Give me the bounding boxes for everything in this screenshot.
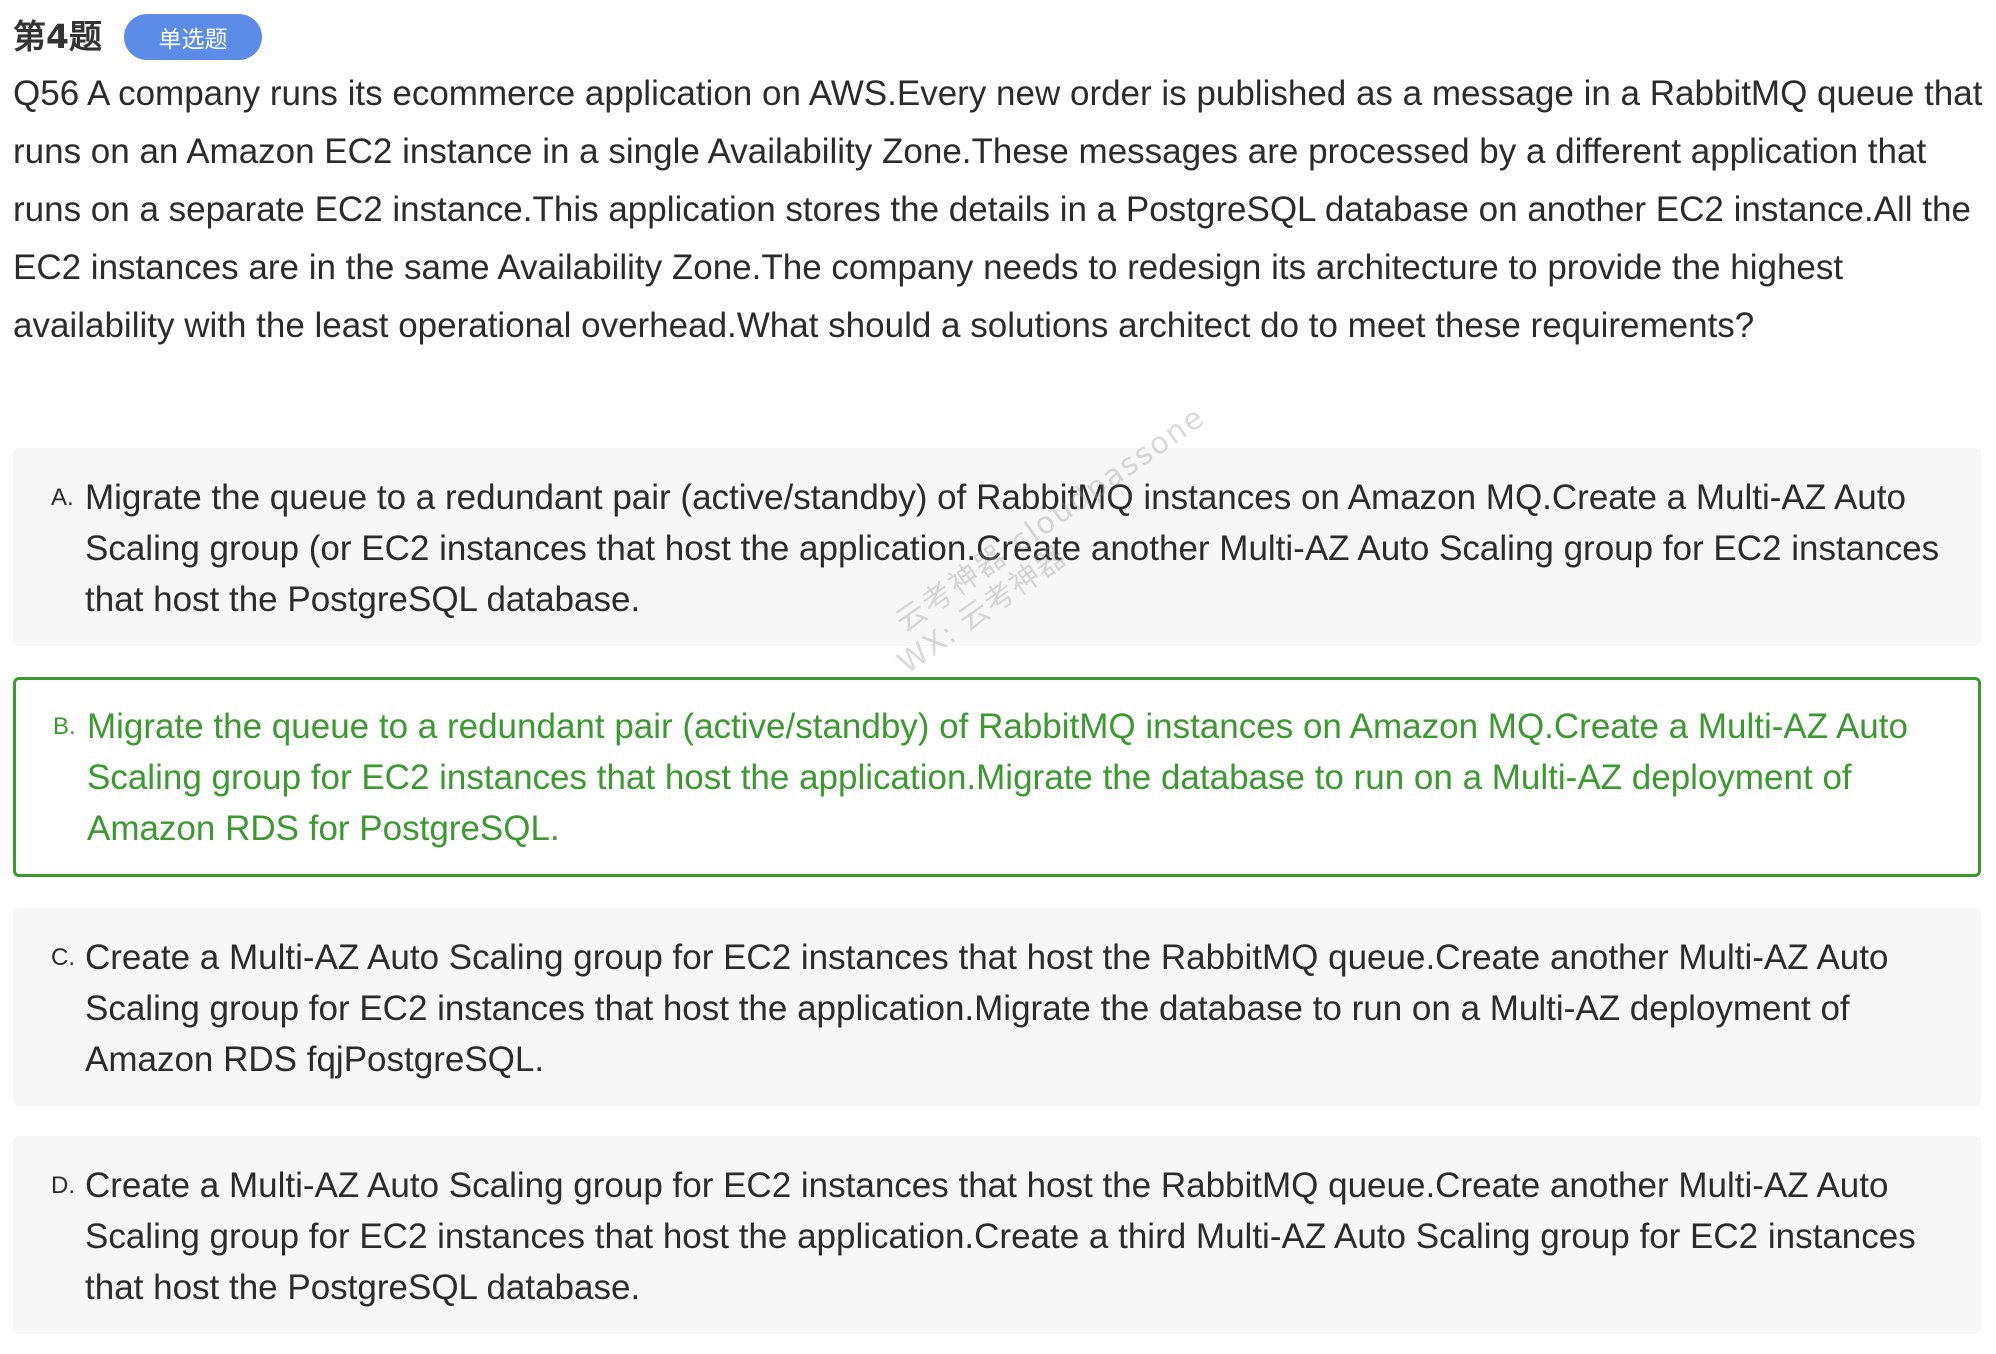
question-page: 第4题 单选题 Q56 A company runs its ecommerce…	[0, 0, 1996, 1354]
option-b-letter: B.	[53, 713, 76, 740]
option-a[interactable]: A. Migrate the queue to a redundant pair…	[13, 448, 1981, 646]
option-d[interactable]: D. Create a Multi-AZ Auto Scaling group …	[13, 1136, 1981, 1334]
option-b-text: Migrate the queue to a redundant pair (a…	[87, 707, 1908, 848]
question-text: Q56 A company runs its ecommerce applica…	[13, 74, 1983, 345]
option-b[interactable]: B. Migrate the queue to a redundant pair…	[13, 677, 1981, 877]
option-a-text: Migrate the queue to a redundant pair (a…	[85, 478, 1940, 619]
option-c-text: Create a Multi-AZ Auto Scaling group for…	[85, 938, 1889, 1079]
option-c[interactable]: C. Create a Multi-AZ Auto Scaling group …	[13, 908, 1981, 1106]
question-number: 第4题	[13, 17, 102, 56]
option-c-letter: C.	[51, 944, 75, 971]
option-d-letter: D.	[51, 1172, 75, 1199]
option-d-text: Create a Multi-AZ Auto Scaling group for…	[85, 1166, 1916, 1307]
option-a-letter: A.	[51, 484, 74, 511]
question-header: 第4题 单选题	[13, 14, 262, 60]
question-type-badge: 单选题	[123, 14, 262, 60]
